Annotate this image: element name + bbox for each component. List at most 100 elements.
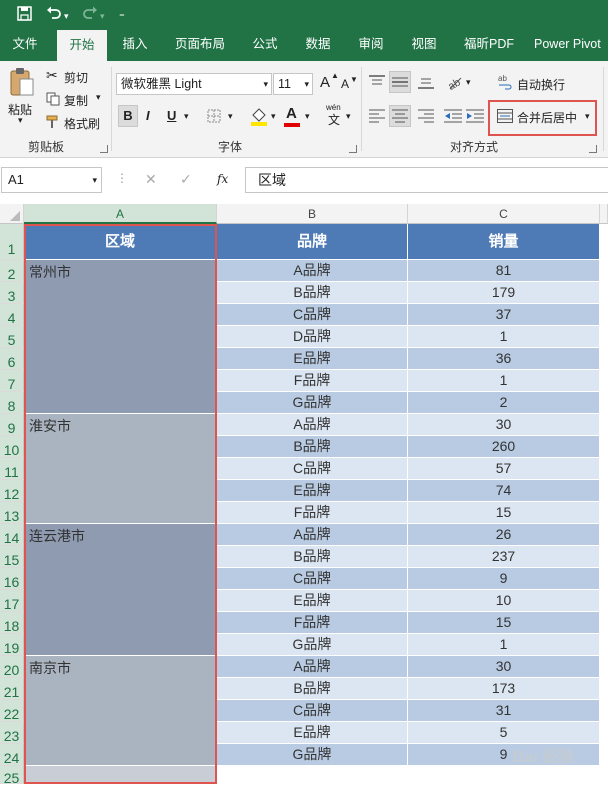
cancel-icon[interactable]: ✕	[145, 171, 157, 188]
font-color-dropdown-icon[interactable]: ▾	[305, 111, 310, 122]
copy-button[interactable]: 复制	[64, 92, 88, 109]
increase-indent-icon[interactable]	[466, 109, 484, 123]
sales-cell[interactable]: 173	[408, 678, 600, 700]
brand-cell[interactable]: E品牌	[217, 348, 408, 370]
insert-function-icon[interactable]: fx	[217, 172, 228, 186]
row-header[interactable]: 5	[0, 326, 24, 348]
sales-cell[interactable]: 5	[408, 722, 600, 744]
brand-cell[interactable]: C品牌	[217, 568, 408, 590]
tab-foxit-pdf[interactable]: 福昕PDF	[456, 28, 522, 61]
brand-cell[interactable]: D品牌	[217, 326, 408, 348]
phonetic-guide-button[interactable]: 文	[328, 111, 340, 128]
sales-cell[interactable]: 260	[408, 436, 600, 458]
row-header[interactable]: 21	[0, 678, 24, 700]
row-header[interactable]: 20	[0, 656, 24, 678]
tab-power-pivot[interactable]: Power Pivot	[534, 28, 608, 61]
merge-center-button[interactable]: 合并后居中	[517, 109, 577, 126]
brand-cell[interactable]: E品牌	[217, 480, 408, 502]
brand-cell[interactable]: B品牌	[217, 546, 408, 568]
column-header-b[interactable]: B	[217, 204, 408, 224]
brand-cell[interactable]: A品牌	[217, 414, 408, 436]
region-cell[interactable]: 连云港市	[24, 524, 217, 656]
sales-cell[interactable]: 1	[408, 634, 600, 656]
decrease-indent-icon[interactable]	[444, 109, 462, 123]
underline-button[interactable]: U	[167, 108, 176, 123]
phonetic-dropdown-icon[interactable]: ▾	[346, 111, 351, 122]
tab-data[interactable]: 数据	[296, 28, 340, 61]
tab-file[interactable]: 文件	[0, 28, 50, 61]
row-header[interactable]: 4	[0, 304, 24, 326]
sales-cell[interactable]: 179	[408, 282, 600, 304]
customize-quick-access-icon[interactable]: ₌	[119, 4, 125, 24]
row-header[interactable]: 13	[0, 502, 24, 524]
tab-view[interactable]: 视图	[402, 28, 446, 61]
brand-cell[interactable]: A品牌	[217, 260, 408, 282]
sales-cell[interactable]: 57	[408, 458, 600, 480]
row-header[interactable]: 1	[0, 224, 24, 260]
row-header[interactable]: 15	[0, 546, 24, 568]
cut-button[interactable]: 剪切	[64, 69, 88, 86]
row-header[interactable]: 17	[0, 590, 24, 612]
brand-cell[interactable]: G品牌	[217, 392, 408, 414]
merge-dropdown-icon[interactable]: ▾	[585, 111, 590, 122]
sales-cell[interactable]: 1	[408, 370, 600, 392]
fill-color-icon[interactable]	[250, 106, 268, 126]
copy-icon[interactable]	[46, 92, 60, 106]
alignment-launcher-icon[interactable]	[589, 145, 597, 153]
sales-cell[interactable]: 74	[408, 480, 600, 502]
format-painter-button[interactable]: 格式刷	[64, 115, 100, 132]
paste-dropdown-icon[interactable]: ▾	[18, 115, 23, 126]
brand-cell[interactable]: A品牌	[217, 656, 408, 678]
column-header-a[interactable]: A	[24, 204, 217, 224]
row-header[interactable]: 25	[0, 766, 24, 785]
underline-dropdown-icon[interactable]: ▾	[184, 111, 189, 122]
row-header[interactable]: 24	[0, 744, 24, 766]
row-header[interactable]: 19	[0, 634, 24, 656]
row-header[interactable]: 18	[0, 612, 24, 634]
sales-cell[interactable]: 15	[408, 502, 600, 524]
tab-page-layout[interactable]: 页面布局	[165, 28, 235, 61]
save-icon[interactable]	[17, 6, 32, 21]
align-right-icon[interactable]	[418, 109, 434, 123]
clipboard-launcher-icon[interactable]	[100, 145, 108, 153]
column-header-next[interactable]	[600, 204, 608, 224]
wrap-text-icon[interactable]: ab	[497, 74, 513, 90]
header-cell-brand[interactable]: 品牌	[217, 224, 408, 260]
brand-cell[interactable]: B品牌	[217, 282, 408, 304]
sales-cell[interactable]: 26	[408, 524, 600, 546]
row-header[interactable]: 11	[0, 458, 24, 480]
orientation-icon[interactable]: ab	[446, 73, 464, 91]
sales-cell[interactable]: 30	[408, 656, 600, 678]
sales-cell[interactable]: 237	[408, 546, 600, 568]
align-left-icon[interactable]	[369, 109, 385, 123]
sales-cell[interactable]: 15	[408, 612, 600, 634]
brand-cell[interactable]: E品牌	[217, 590, 408, 612]
row-header[interactable]: 7	[0, 370, 24, 392]
region-cell[interactable]: 淮安市	[24, 414, 217, 524]
row-header[interactable]: 3	[0, 282, 24, 304]
brand-cell[interactable]: G品牌	[217, 744, 408, 766]
cut-icon[interactable]: ✂	[46, 67, 58, 84]
sales-cell[interactable]: 9	[408, 568, 600, 590]
brand-cell[interactable]: C品牌	[217, 700, 408, 722]
row-header[interactable]: 2	[0, 260, 24, 282]
row-header[interactable]: 14	[0, 524, 24, 546]
wrap-text-button[interactable]: 自动换行	[517, 76, 565, 93]
paste-icon[interactable]	[9, 67, 35, 97]
sales-cell[interactable]: 36	[408, 348, 600, 370]
decrease-font-size-button[interactable]: A	[341, 77, 349, 91]
sales-cell[interactable]: 30	[408, 414, 600, 436]
row-header[interactable]: 8	[0, 392, 24, 414]
copy-dropdown-icon[interactable]: ▾	[96, 92, 101, 103]
brand-cell[interactable]: A品牌	[217, 524, 408, 546]
tab-review[interactable]: 审阅	[349, 28, 393, 61]
undo-icon[interactable]	[46, 6, 62, 21]
tab-insert[interactable]: 插入	[112, 28, 158, 61]
empty-cell[interactable]	[24, 766, 217, 784]
bold-button[interactable]: B	[118, 105, 138, 127]
brand-cell[interactable]: F品牌	[217, 370, 408, 392]
font-color-button[interactable]: A	[286, 105, 297, 122]
tab-home[interactable]: 开始	[57, 30, 107, 61]
brand-cell[interactable]: B品牌	[217, 436, 408, 458]
font-name-select[interactable]: 微软雅黑 Light ▾	[116, 73, 272, 95]
